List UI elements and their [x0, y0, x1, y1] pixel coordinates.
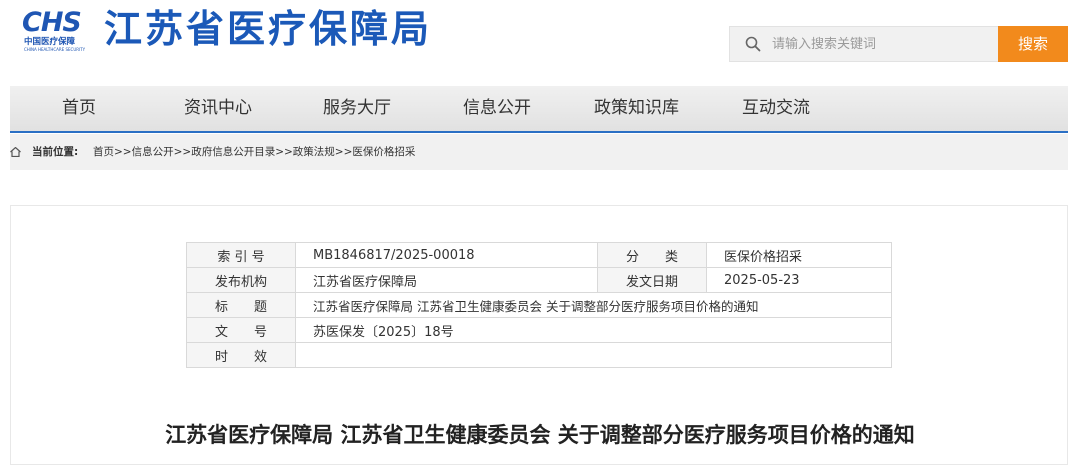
document-info-table: 索 引 号 MB1846817/2025-00018 分 类 医保价格招采 发布…	[186, 242, 892, 368]
search-input[interactable]	[772, 27, 992, 61]
docno-value: 苏医保发〔2025〕18号	[295, 317, 892, 343]
table-row: 时 效	[186, 342, 892, 368]
title-value: 江苏省医疗保障局 江苏省卫生健康委员会 关于调整部分医疗服务项目价格的通知	[295, 292, 892, 318]
date-value: 2025-05-23	[706, 267, 892, 293]
table-row: 发布机构 江苏省医疗保障局 发文日期 2025-05-23	[186, 267, 892, 293]
nav-item-interaction[interactable]: 互动交流	[742, 86, 810, 131]
site-title[interactable]: 江苏省医疗保障局	[104, 4, 432, 54]
table-row: 文 号 苏医保发〔2025〕18号	[186, 317, 892, 343]
category-value: 医保价格招采	[706, 242, 892, 268]
logo-text-cn: 中国医疗保障	[24, 37, 76, 47]
publisher-value: 江苏省医疗保障局	[295, 267, 598, 293]
docno-label: 文 号	[186, 317, 296, 343]
nav-item-services[interactable]: 服务大厅	[323, 86, 391, 131]
search-box	[729, 26, 999, 62]
publisher-label: 发布机构	[186, 267, 296, 293]
site-header: CHS 中国医疗保障 CHINA HEALTHCARE SECURITY 江苏省…	[0, 0, 1080, 86]
category-label: 分 类	[597, 242, 707, 268]
logo-text-en: CHINA HEALTHCARE SECURITY	[24, 47, 86, 52]
nav-item-info-disclosure[interactable]: 信息公开	[463, 86, 531, 131]
search-button[interactable]: 搜索	[998, 26, 1068, 62]
breadcrumb: 当前位置: 首页>>信息公开>>政府信息公开目录>>政策法规>>医保价格招采	[10, 134, 1068, 170]
index-label: 索 引 号	[186, 242, 296, 268]
main-nav: 首页 资讯中心 服务大厅 信息公开 政策知识库 互动交流	[10, 86, 1068, 133]
validity-value	[295, 342, 892, 368]
title-label: 标 题	[186, 292, 296, 318]
breadcrumb-label: 当前位置:	[32, 146, 79, 158]
nav-item-news[interactable]: 资讯中心	[184, 86, 252, 131]
logo-mark: CHS	[22, 7, 82, 38]
nav-item-policy-library[interactable]: 政策知识库	[594, 86, 679, 131]
nav-item-home[interactable]: 首页	[62, 86, 96, 131]
table-row: 索 引 号 MB1846817/2025-00018 分 类 医保价格招采	[186, 242, 892, 268]
table-row: 标 题 江苏省医疗保障局 江苏省卫生健康委员会 关于调整部分医疗服务项目价格的通…	[186, 292, 892, 318]
article-title: 江苏省医疗保障局 江苏省卫生健康委员会 关于调整部分医疗服务项目价格的通知	[165, 423, 915, 447]
breadcrumb-path[interactable]: 首页>>信息公开>>政府信息公开目录>>政策法规>>医保价格招采	[93, 134, 415, 170]
search-icon	[745, 36, 761, 52]
chs-logo[interactable]: CHS 中国医疗保障 CHINA HEALTHCARE SECURITY	[22, 7, 94, 53]
date-label: 发文日期	[597, 267, 707, 293]
home-icon	[10, 147, 21, 157]
index-value: MB1846817/2025-00018	[295, 242, 598, 268]
validity-label: 时 效	[186, 342, 296, 368]
